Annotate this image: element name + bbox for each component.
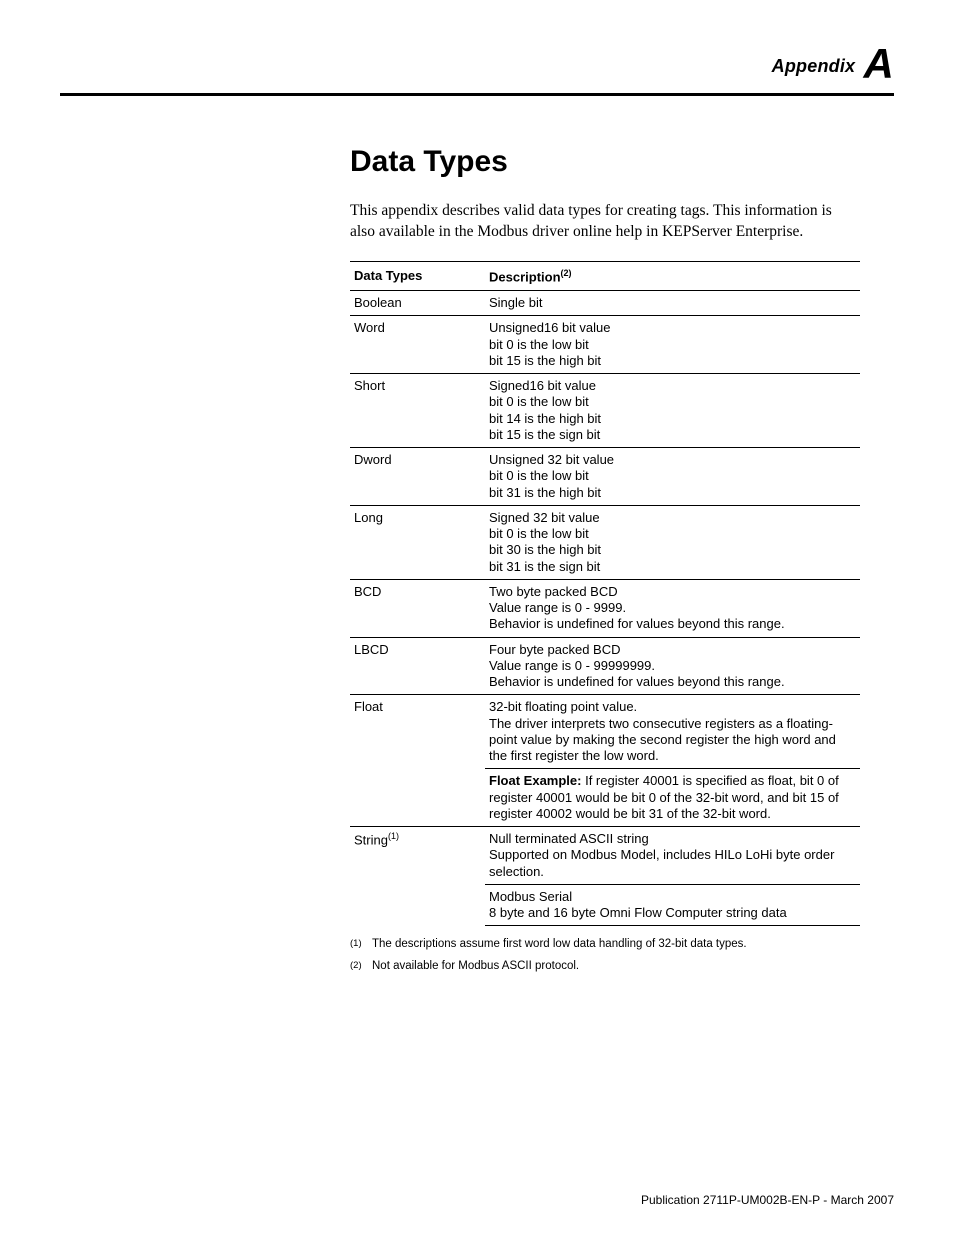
cell-desc: Signed16 bit valuebit 0 is the low bitbi… bbox=[485, 374, 860, 448]
table-row-string: String(1) Null terminated ASCII stringSu… bbox=[350, 827, 860, 885]
footnotes: (1) The descriptions assume first word l… bbox=[350, 938, 894, 972]
table-row: BCD Two byte packed BCDValue range is 0 … bbox=[350, 579, 860, 637]
appendix-letter: A bbox=[863, 40, 894, 87]
cell-type: Float bbox=[350, 695, 485, 827]
col-header-types: Data Types bbox=[350, 261, 485, 290]
string-type-text: String bbox=[354, 833, 388, 848]
cell-type: Word bbox=[350, 316, 485, 374]
page-header: Appendix A bbox=[60, 40, 894, 96]
cell-desc: Unsigned 32 bit valuebit 0 is the low bi… bbox=[485, 448, 860, 506]
cell-type: Dword bbox=[350, 448, 485, 506]
cell-desc: Modbus Serial8 byte and 16 byte Omni Flo… bbox=[485, 884, 860, 926]
cell-type: Short bbox=[350, 374, 485, 448]
page-title: Data Types bbox=[350, 145, 894, 179]
float-example-label: Float Example: bbox=[489, 773, 581, 788]
table-row: Boolean Single bit bbox=[350, 291, 860, 316]
col-header-desc-sup: (2) bbox=[561, 268, 572, 278]
string-type-sup: (1) bbox=[388, 831, 399, 841]
table-row: Long Signed 32 bit valuebit 0 is the low… bbox=[350, 505, 860, 579]
cell-type: String(1) bbox=[350, 827, 485, 926]
table-header-row: Data Types Description(2) bbox=[350, 261, 860, 290]
cell-desc: Four byte packed BCDValue range is 0 - 9… bbox=[485, 637, 860, 695]
cell-type: LBCD bbox=[350, 637, 485, 695]
data-types-table: Data Types Description(2) Boolean Single… bbox=[350, 261, 860, 927]
table-row: LBCD Four byte packed BCDValue range is … bbox=[350, 637, 860, 695]
cell-desc: 32-bit floating point value.The driver i… bbox=[485, 695, 860, 769]
appendix-word: Appendix bbox=[772, 56, 856, 76]
content: Data Types This appendix describes valid… bbox=[350, 145, 894, 982]
footnote-mark: (2) bbox=[350, 960, 372, 972]
cell-desc: Single bit bbox=[485, 291, 860, 316]
appendix-label: Appendix A bbox=[60, 40, 894, 93]
cell-desc: Null terminated ASCII stringSupported on… bbox=[485, 827, 860, 885]
col-header-desc-text: Description bbox=[489, 269, 561, 284]
cell-desc: Two byte packed BCDValue range is 0 - 99… bbox=[485, 579, 860, 637]
table-row-float: Float 32-bit floating point value.The dr… bbox=[350, 695, 860, 769]
table-row: Dword Unsigned 32 bit valuebit 0 is the … bbox=[350, 448, 860, 506]
intro-paragraph: This appendix describes valid data types… bbox=[350, 201, 850, 243]
cell-type: BCD bbox=[350, 579, 485, 637]
table-row: Short Signed16 bit valuebit 0 is the low… bbox=[350, 374, 860, 448]
cell-desc: Unsigned16 bit valuebit 0 is the low bit… bbox=[485, 316, 860, 374]
page: Appendix A Data Types This appendix desc… bbox=[0, 0, 954, 1235]
header-rule bbox=[60, 93, 894, 96]
footnote-2: (2) Not available for Modbus ASCII proto… bbox=[350, 960, 894, 972]
footnote-text: The descriptions assume first word low d… bbox=[372, 938, 894, 950]
footnote-1: (1) The descriptions assume first word l… bbox=[350, 938, 894, 950]
cell-type: Boolean bbox=[350, 291, 485, 316]
col-header-description: Description(2) bbox=[485, 261, 860, 290]
publication-footer: Publication 2711P-UM002B-EN-P - March 20… bbox=[641, 1193, 894, 1207]
table-row: Word Unsigned16 bit valuebit 0 is the lo… bbox=[350, 316, 860, 374]
footnote-text: Not available for Modbus ASCII protocol. bbox=[372, 960, 894, 972]
footnote-mark: (1) bbox=[350, 938, 372, 950]
cell-desc-example: Float Example: If register 40001 is spec… bbox=[485, 769, 860, 827]
cell-type: Long bbox=[350, 505, 485, 579]
cell-desc: Signed 32 bit valuebit 0 is the low bitb… bbox=[485, 505, 860, 579]
